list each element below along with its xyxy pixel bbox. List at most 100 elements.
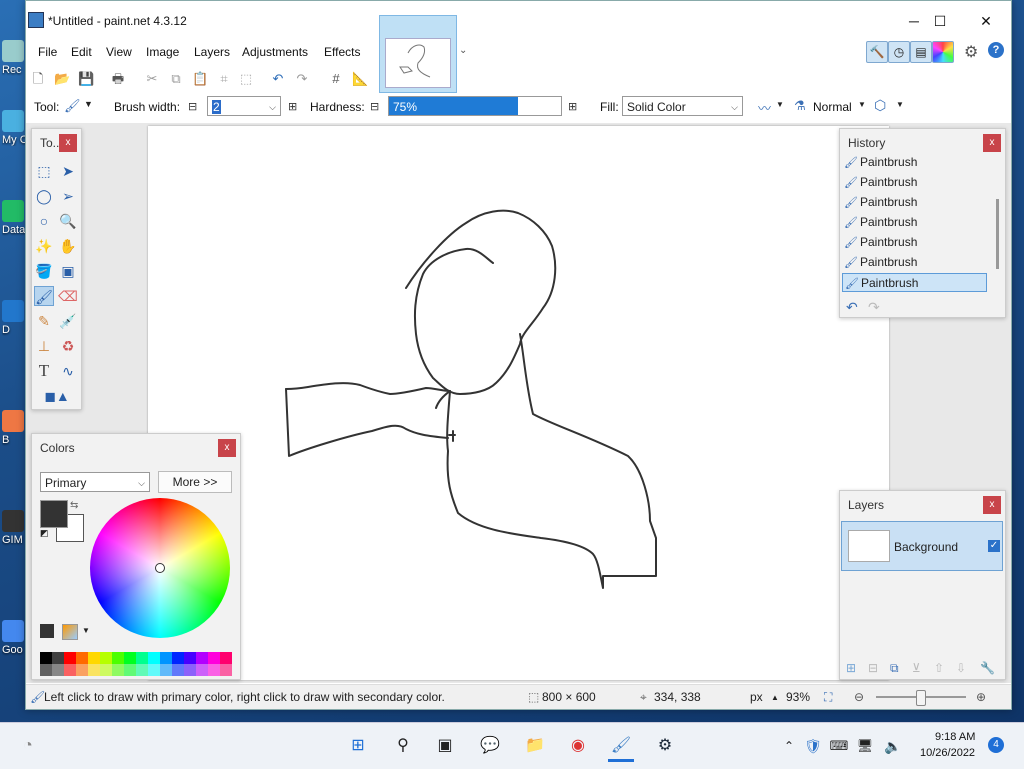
recolor-icon[interactable]: ♻ <box>58 336 78 356</box>
delete-layer-icon[interactable]: ⊟ <box>868 661 878 675</box>
tab-dropdown-icon[interactable]: ⌄ <box>459 45 467 56</box>
paste-icon[interactable]: 📋 <box>192 71 208 87</box>
history-redo-icon[interactable]: ↷ <box>868 299 880 316</box>
palette-swatch[interactable] <box>64 652 76 664</box>
deselect-icon[interactable]: ⬚ <box>238 71 254 87</box>
palette-dropdown-icon[interactable]: ▼ <box>82 626 90 635</box>
pan-icon[interactable]: ✋ <box>58 236 78 256</box>
history-item[interactable]: 🖌 Paintbrush <box>842 193 987 212</box>
palette-swatch[interactable] <box>172 664 184 676</box>
palette-swatch[interactable] <box>208 652 220 664</box>
units-dropdown-icon[interactable]: ▲ <box>771 693 779 702</box>
zoom-in-icon[interactable]: ⊕ <box>976 690 986 704</box>
palette-swatch[interactable] <box>184 652 196 664</box>
title-bar[interactable]: *Untitled - paint.net 4.3.12 ─ ☐ ✕ <box>26 1 1011 41</box>
cut-icon[interactable]: ✂ <box>144 71 160 87</box>
zoom-slider[interactable] <box>876 690 966 706</box>
layers-panel-header[interactable]: Layers x <box>840 491 1005 517</box>
palette-swatch[interactable] <box>112 664 124 676</box>
zoom-slider-thumb[interactable] <box>916 690 926 706</box>
ruler-icon[interactable]: 📐 <box>352 71 368 87</box>
palette-swatch[interactable] <box>100 652 112 664</box>
file-explorer-icon[interactable]: 📁 <box>522 733 548 759</box>
layers-toggle-icon[interactable]: ▤ <box>910 41 932 63</box>
palette-swatch[interactable] <box>136 664 148 676</box>
menu-view[interactable]: View <box>106 45 132 59</box>
widgets-icon[interactable]: ◔ <box>15 733 41 759</box>
task-view-icon[interactable]: ▣ <box>432 733 458 759</box>
alpha-mode-icon[interactable]: ⬡ <box>874 97 886 114</box>
menu-layers[interactable]: Layers <box>194 45 230 59</box>
help-icon[interactable]: ? <box>988 42 1004 58</box>
keyboard-icon[interactable]: ⌨ <box>826 733 852 759</box>
settings-gear-icon[interactable]: ⚙ <box>964 42 978 62</box>
history-panel-close-button[interactable]: x <box>983 134 1001 152</box>
drawing-canvas[interactable] <box>148 126 889 680</box>
lasso-select-icon[interactable]: ◯ <box>34 186 54 206</box>
palette-swatch[interactable] <box>64 664 76 676</box>
zoom-level[interactable]: 93% <box>786 690 810 704</box>
alpha-mode-dropdown-icon[interactable]: ▼ <box>896 100 904 109</box>
palette-swatch[interactable] <box>136 652 148 664</box>
clock-time[interactable]: 9:18 AM <box>935 731 975 743</box>
save-icon[interactable]: 💾 <box>78 71 94 87</box>
grid-icon[interactable]: # <box>328 71 344 87</box>
palette-menu-icon[interactable] <box>62 624 78 640</box>
history-undo-icon[interactable]: ↶ <box>846 299 858 316</box>
search-icon[interactable]: ⚲ <box>390 733 416 759</box>
hardness-slider[interactable]: 75% <box>388 96 562 116</box>
color-mode-select[interactable]: Primary ⌵ <box>40 472 150 492</box>
menu-file[interactable]: File <box>38 45 57 59</box>
tool-paintbrush-icon[interactable]: 🖌 <box>64 98 81 114</box>
magic-wand-icon[interactable]: ✨ <box>34 236 54 256</box>
color-wheel-handle[interactable] <box>155 563 165 573</box>
zoom-out-icon[interactable]: ⊖ <box>854 690 864 704</box>
shapes-icon[interactable]: ◼▲ <box>40 386 74 406</box>
colors-panel-header[interactable]: Colors x <box>32 434 240 460</box>
palette-swatch[interactable] <box>148 664 160 676</box>
zoom-icon[interactable]: 🔍 <box>58 211 78 231</box>
palette-swatch[interactable] <box>160 664 172 676</box>
eraser-icon[interactable]: ⌫ <box>58 286 78 306</box>
palette-swatch[interactable] <box>76 664 88 676</box>
palette-swatch[interactable] <box>220 664 232 676</box>
hardness-decrease-button[interactable]: ⊟ <box>370 100 379 113</box>
clock-date[interactable]: 10/26/2022 <box>920 747 975 759</box>
reset-colors-icon[interactable]: ◩ <box>40 528 49 539</box>
network-icon[interactable]: 🖥 <box>852 733 878 759</box>
palette-swatch[interactable] <box>196 652 208 664</box>
antialiasing-icon[interactable]: 〰 <box>758 98 771 117</box>
palette-swatch[interactable] <box>88 652 100 664</box>
layers-panel-close-button[interactable]: x <box>983 496 1001 514</box>
colors-panel-close-button[interactable]: x <box>218 439 236 457</box>
units-select[interactable]: px <box>750 690 763 704</box>
color-wheel[interactable] <box>90 498 230 638</box>
layer-visible-checkbox[interactable]: ✓ <box>988 540 1000 552</box>
palette-swatch[interactable] <box>208 664 220 676</box>
pencil-icon[interactable]: ✎ <box>34 311 54 331</box>
palette-swatch[interactable] <box>100 664 112 676</box>
clone-stamp-icon[interactable]: ⊥ <box>34 336 54 356</box>
print-icon[interactable]: 🖶 <box>110 71 126 87</box>
layer-row-background[interactable]: Background ✓ <box>841 521 1003 571</box>
open-file-icon[interactable]: 📂 <box>54 71 70 87</box>
history-item[interactable]: 🖌 Paintbrush <box>842 153 987 172</box>
undo-icon[interactable]: ↶ <box>270 71 286 87</box>
move-selected-pixels-icon[interactable]: ➤ <box>58 161 78 181</box>
palette-swatch[interactable] <box>220 652 232 664</box>
blend-mode-dropdown-icon[interactable]: ▼ <box>858 100 866 109</box>
paint-bucket-icon[interactable]: 🪣 <box>34 261 54 281</box>
menu-adjustments[interactable]: Adjustments <box>242 45 308 59</box>
add-to-palette-icon[interactable] <box>40 624 54 638</box>
show-hidden-icons-icon[interactable]: ⌃ <box>776 733 802 759</box>
security-icon[interactable]: 🛡 <box>800 733 826 759</box>
color-picker-icon[interactable]: 💉 <box>58 311 78 331</box>
menu-image[interactable]: Image <box>146 45 179 59</box>
redo-icon[interactable]: ↷ <box>294 71 310 87</box>
brush-width-decrease-button[interactable]: ⊟ <box>188 100 197 113</box>
history-panel-header[interactable]: History x <box>840 129 1005 155</box>
paintbrush-icon[interactable]: 🖌 <box>34 286 54 306</box>
palette-swatch[interactable] <box>172 652 184 664</box>
tools-toggle-icon[interactable]: 🔨 <box>866 41 888 63</box>
palette-swatch[interactable] <box>88 664 100 676</box>
